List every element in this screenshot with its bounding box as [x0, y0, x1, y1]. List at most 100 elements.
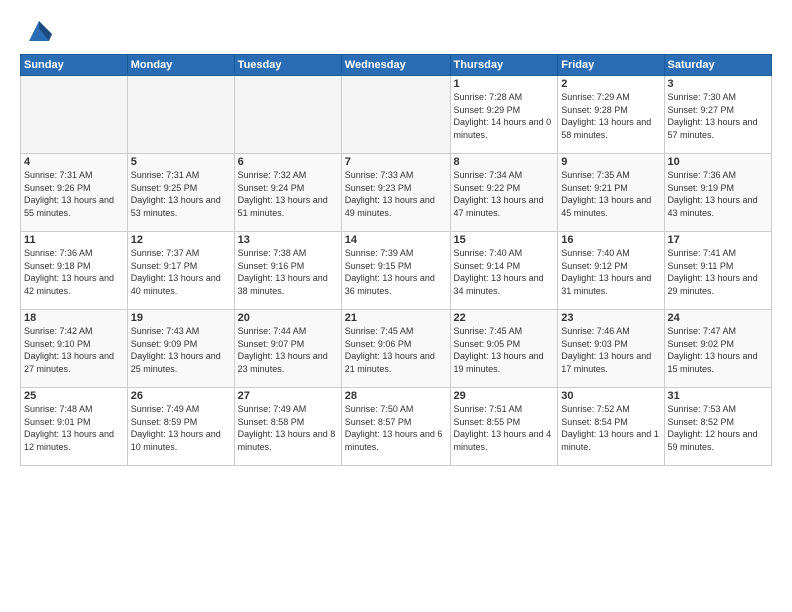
day-number: 10: [668, 156, 768, 168]
calendar-table: SundayMondayTuesdayWednesdayThursdayFrid…: [20, 54, 772, 466]
day-number: 20: [238, 312, 338, 324]
day-number: 19: [131, 312, 231, 324]
week-row-1: 1Sunrise: 7:28 AMSunset: 9:29 PMDaylight…: [21, 76, 772, 154]
calendar-cell-16: 16Sunrise: 7:40 AMSunset: 9:12 PMDayligh…: [558, 232, 664, 310]
day-number: 26: [131, 390, 231, 402]
weekday-header-tuesday: Tuesday: [234, 55, 341, 76]
day-info: Sunrise: 7:32 AMSunset: 9:24 PMDaylight:…: [238, 169, 338, 219]
day-info: Sunrise: 7:40 AMSunset: 9:14 PMDaylight:…: [454, 247, 555, 297]
day-info: Sunrise: 7:44 AMSunset: 9:07 PMDaylight:…: [238, 325, 338, 375]
day-info: Sunrise: 7:50 AMSunset: 8:57 PMDaylight:…: [345, 403, 447, 453]
week-row-5: 25Sunrise: 7:48 AMSunset: 9:01 PMDayligh…: [21, 388, 772, 466]
calendar-page: SundayMondayTuesdayWednesdayThursdayFrid…: [0, 0, 792, 612]
calendar-cell-12: 12Sunrise: 7:37 AMSunset: 9:17 PMDayligh…: [127, 232, 234, 310]
calendar-cell-1: 1Sunrise: 7:28 AMSunset: 9:29 PMDaylight…: [450, 76, 558, 154]
calendar-cell-11: 11Sunrise: 7:36 AMSunset: 9:18 PMDayligh…: [21, 232, 128, 310]
day-number: 5: [131, 156, 231, 168]
calendar-cell-19: 19Sunrise: 7:43 AMSunset: 9:09 PMDayligh…: [127, 310, 234, 388]
day-info: Sunrise: 7:33 AMSunset: 9:23 PMDaylight:…: [345, 169, 447, 219]
day-info: Sunrise: 7:46 AMSunset: 9:03 PMDaylight:…: [561, 325, 660, 375]
weekday-header-thursday: Thursday: [450, 55, 558, 76]
day-info: Sunrise: 7:34 AMSunset: 9:22 PMDaylight:…: [454, 169, 555, 219]
day-info: Sunrise: 7:31 AMSunset: 9:26 PMDaylight:…: [24, 169, 124, 219]
logo-icon: [24, 16, 54, 46]
day-number: 9: [561, 156, 660, 168]
calendar-cell-25: 25Sunrise: 7:48 AMSunset: 9:01 PMDayligh…: [21, 388, 128, 466]
calendar-cell-empty-0-1: [127, 76, 234, 154]
calendar-cell-27: 27Sunrise: 7:49 AMSunset: 8:58 PMDayligh…: [234, 388, 341, 466]
weekday-header-monday: Monday: [127, 55, 234, 76]
day-number: 21: [345, 312, 447, 324]
calendar-cell-empty-0-3: [341, 76, 450, 154]
day-number: 3: [668, 78, 768, 90]
day-number: 6: [238, 156, 338, 168]
calendar-cell-23: 23Sunrise: 7:46 AMSunset: 9:03 PMDayligh…: [558, 310, 664, 388]
day-info: Sunrise: 7:40 AMSunset: 9:12 PMDaylight:…: [561, 247, 660, 297]
calendar-cell-empty-0-0: [21, 76, 128, 154]
day-info: Sunrise: 7:51 AMSunset: 8:55 PMDaylight:…: [454, 403, 555, 453]
calendar-cell-5: 5Sunrise: 7:31 AMSunset: 9:25 PMDaylight…: [127, 154, 234, 232]
week-row-4: 18Sunrise: 7:42 AMSunset: 9:10 PMDayligh…: [21, 310, 772, 388]
calendar-cell-empty-0-2: [234, 76, 341, 154]
day-number: 28: [345, 390, 447, 402]
weekday-header-row: SundayMondayTuesdayWednesdayThursdayFrid…: [21, 55, 772, 76]
calendar-cell-2: 2Sunrise: 7:29 AMSunset: 9:28 PMDaylight…: [558, 76, 664, 154]
calendar-cell-18: 18Sunrise: 7:42 AMSunset: 9:10 PMDayligh…: [21, 310, 128, 388]
calendar-cell-26: 26Sunrise: 7:49 AMSunset: 8:59 PMDayligh…: [127, 388, 234, 466]
calendar-cell-28: 28Sunrise: 7:50 AMSunset: 8:57 PMDayligh…: [341, 388, 450, 466]
logo: [20, 16, 54, 46]
day-number: 1: [454, 78, 555, 90]
weekday-header-friday: Friday: [558, 55, 664, 76]
day-number: 30: [561, 390, 660, 402]
day-number: 13: [238, 234, 338, 246]
day-number: 25: [24, 390, 124, 402]
day-number: 12: [131, 234, 231, 246]
day-number: 7: [345, 156, 447, 168]
day-number: 14: [345, 234, 447, 246]
day-info: Sunrise: 7:28 AMSunset: 9:29 PMDaylight:…: [454, 91, 555, 141]
calendar-cell-10: 10Sunrise: 7:36 AMSunset: 9:19 PMDayligh…: [664, 154, 771, 232]
day-info: Sunrise: 7:45 AMSunset: 9:05 PMDaylight:…: [454, 325, 555, 375]
day-info: Sunrise: 7:39 AMSunset: 9:15 PMDaylight:…: [345, 247, 447, 297]
day-info: Sunrise: 7:45 AMSunset: 9:06 PMDaylight:…: [345, 325, 447, 375]
day-number: 18: [24, 312, 124, 324]
day-info: Sunrise: 7:30 AMSunset: 9:27 PMDaylight:…: [668, 91, 768, 141]
day-number: 16: [561, 234, 660, 246]
day-number: 15: [454, 234, 555, 246]
day-number: 22: [454, 312, 555, 324]
week-row-2: 4Sunrise: 7:31 AMSunset: 9:26 PMDaylight…: [21, 154, 772, 232]
calendar-cell-17: 17Sunrise: 7:41 AMSunset: 9:11 PMDayligh…: [664, 232, 771, 310]
calendar-cell-6: 6Sunrise: 7:32 AMSunset: 9:24 PMDaylight…: [234, 154, 341, 232]
weekday-header-sunday: Sunday: [21, 55, 128, 76]
day-info: Sunrise: 7:42 AMSunset: 9:10 PMDaylight:…: [24, 325, 124, 375]
day-info: Sunrise: 7:36 AMSunset: 9:19 PMDaylight:…: [668, 169, 768, 219]
calendar-cell-9: 9Sunrise: 7:35 AMSunset: 9:21 PMDaylight…: [558, 154, 664, 232]
page-header: [20, 16, 772, 46]
day-number: 2: [561, 78, 660, 90]
calendar-cell-20: 20Sunrise: 7:44 AMSunset: 9:07 PMDayligh…: [234, 310, 341, 388]
day-info: Sunrise: 7:48 AMSunset: 9:01 PMDaylight:…: [24, 403, 124, 453]
day-info: Sunrise: 7:47 AMSunset: 9:02 PMDaylight:…: [668, 325, 768, 375]
day-info: Sunrise: 7:49 AMSunset: 8:58 PMDaylight:…: [238, 403, 338, 453]
calendar-cell-22: 22Sunrise: 7:45 AMSunset: 9:05 PMDayligh…: [450, 310, 558, 388]
day-info: Sunrise: 7:53 AMSunset: 8:52 PMDaylight:…: [668, 403, 768, 453]
calendar-cell-4: 4Sunrise: 7:31 AMSunset: 9:26 PMDaylight…: [21, 154, 128, 232]
day-number: 31: [668, 390, 768, 402]
day-info: Sunrise: 7:36 AMSunset: 9:18 PMDaylight:…: [24, 247, 124, 297]
calendar-cell-15: 15Sunrise: 7:40 AMSunset: 9:14 PMDayligh…: [450, 232, 558, 310]
week-row-3: 11Sunrise: 7:36 AMSunset: 9:18 PMDayligh…: [21, 232, 772, 310]
calendar-cell-8: 8Sunrise: 7:34 AMSunset: 9:22 PMDaylight…: [450, 154, 558, 232]
day-number: 24: [668, 312, 768, 324]
day-number: 4: [24, 156, 124, 168]
calendar-cell-30: 30Sunrise: 7:52 AMSunset: 8:54 PMDayligh…: [558, 388, 664, 466]
day-number: 17: [668, 234, 768, 246]
calendar-cell-14: 14Sunrise: 7:39 AMSunset: 9:15 PMDayligh…: [341, 232, 450, 310]
calendar-cell-29: 29Sunrise: 7:51 AMSunset: 8:55 PMDayligh…: [450, 388, 558, 466]
day-number: 29: [454, 390, 555, 402]
day-info: Sunrise: 7:35 AMSunset: 9:21 PMDaylight:…: [561, 169, 660, 219]
weekday-header-saturday: Saturday: [664, 55, 771, 76]
day-info: Sunrise: 7:43 AMSunset: 9:09 PMDaylight:…: [131, 325, 231, 375]
weekday-header-wednesday: Wednesday: [341, 55, 450, 76]
calendar-cell-31: 31Sunrise: 7:53 AMSunset: 8:52 PMDayligh…: [664, 388, 771, 466]
day-info: Sunrise: 7:31 AMSunset: 9:25 PMDaylight:…: [131, 169, 231, 219]
